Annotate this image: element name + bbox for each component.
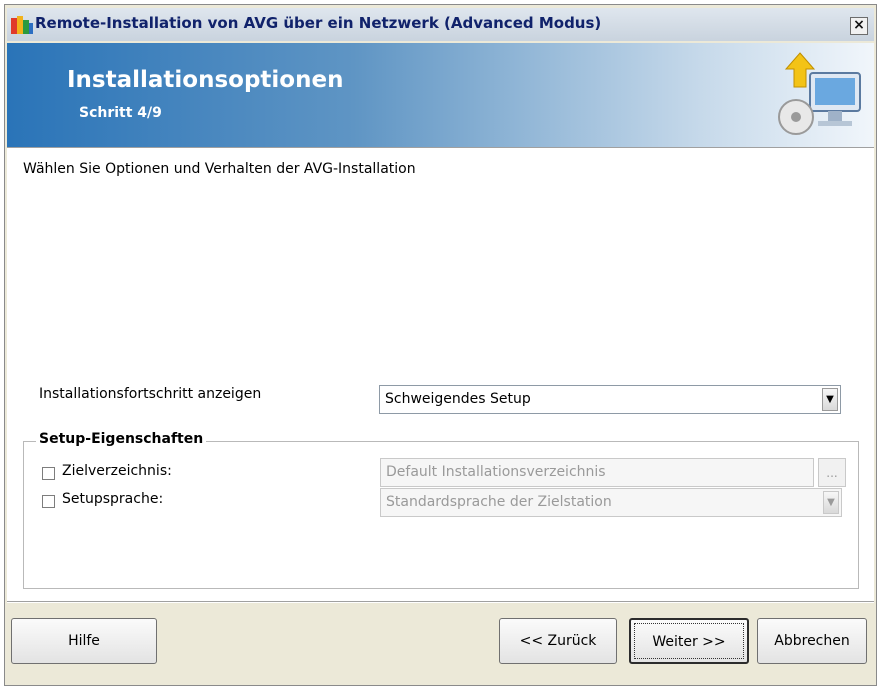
avg-logo-icon — [11, 16, 33, 34]
setup-language-checkbox[interactable] — [42, 495, 55, 508]
main-content: Wählen Sie Optionen und Verhalten der AV… — [7, 147, 874, 601]
cancel-button[interactable]: Abbrechen — [757, 618, 867, 664]
target-dir-value: Default Installationsverzeichnis — [386, 464, 606, 480]
computer-install-icon — [778, 52, 861, 135]
chevron-down-icon[interactable]: ▼ — [822, 388, 838, 411]
progress-display-value: Schweigendes Setup — [385, 391, 531, 407]
setup-properties-group: Setup-Eigenschaften Zielverzeichnis: Def… — [23, 431, 859, 589]
back-button[interactable]: << Zurück — [499, 618, 617, 664]
header-banner: Installationsoptionen Schritt 4/9 — [7, 43, 874, 147]
progress-display-label: Installationsfortschritt anzeigen — [39, 386, 262, 402]
setup-properties-legend: Setup-Eigenschaften — [36, 431, 207, 447]
window-title: Remote-Installation von AVG über ein Net… — [35, 14, 602, 32]
next-button-label: Weiter >> — [652, 634, 726, 650]
chevron-down-icon: ▼ — [823, 491, 839, 514]
setup-language-label[interactable]: Setupsprache: — [62, 491, 163, 507]
browse-button: ... — [818, 458, 846, 487]
help-button[interactable]: Hilfe — [11, 618, 157, 664]
target-dir-checkbox[interactable] — [42, 467, 55, 480]
target-dir-field: Default Installationsverzeichnis — [380, 458, 814, 487]
next-button[interactable]: Weiter >> — [629, 618, 749, 664]
installer-window: Remote-Installation von AVG über ein Net… — [4, 4, 877, 686]
title-bar[interactable]: Remote-Installation von AVG über ein Net… — [7, 8, 874, 41]
progress-display-select[interactable]: Schweigendes Setup ▼ — [379, 385, 841, 414]
footer-divider — [7, 601, 874, 603]
setup-language-select: Standardsprache der Zielstation ▼ — [380, 488, 842, 517]
page-title: Installationsoptionen — [67, 67, 344, 93]
description-text: Wählen Sie Optionen und Verhalten der AV… — [23, 161, 416, 177]
target-dir-label[interactable]: Zielverzeichnis: — [62, 463, 172, 479]
setup-language-value: Standardsprache der Zielstation — [386, 494, 612, 510]
step-indicator: Schritt 4/9 — [79, 105, 162, 121]
close-button[interactable]: × — [850, 17, 868, 35]
